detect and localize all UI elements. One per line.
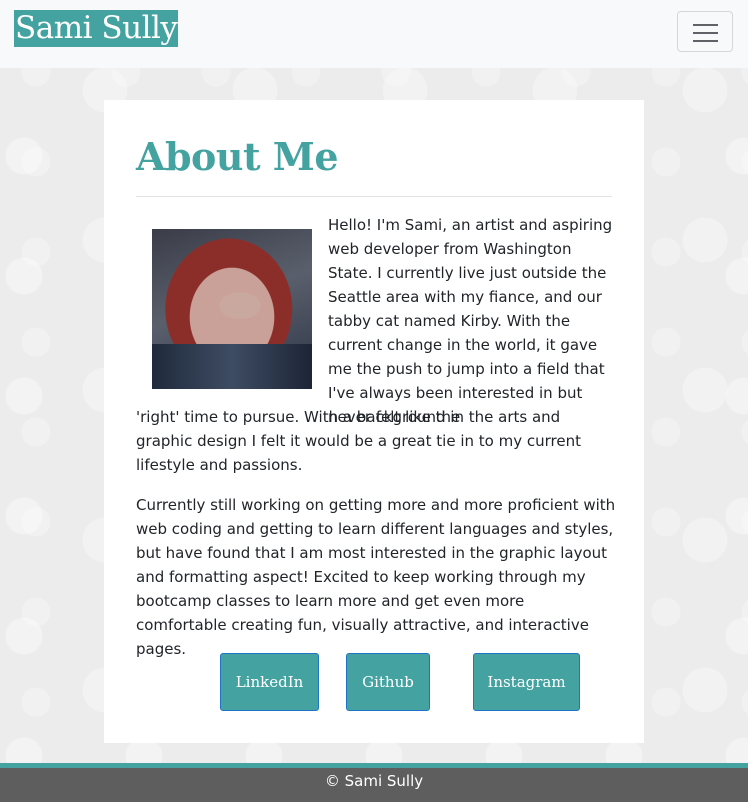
linkedin-button[interactable]: LinkedIn	[220, 653, 319, 711]
hamburger-menu-button[interactable]	[677, 11, 733, 52]
intro-paragraph: Hello! I'm Sami, an artist and aspiring …	[328, 216, 613, 426]
profile-photo	[152, 229, 312, 389]
navbar: Sami Sully	[0, 0, 748, 68]
brand-link[interactable]: Sami Sully	[14, 10, 179, 47]
intro-paragraph-continued: 'right' time to pursue. With a backgroun…	[136, 408, 581, 474]
about-card: About Me Hello! I'm Sami, an artist and …	[104, 100, 644, 743]
page-title: About Me	[136, 134, 339, 179]
instagram-button[interactable]: Instagram	[473, 653, 580, 711]
footer: © Sami Sully	[0, 768, 748, 802]
divider	[136, 196, 612, 197]
second-paragraph: Currently still working on getting more …	[136, 496, 616, 658]
footer-copyright: © Sami Sully	[324, 772, 424, 790]
github-button[interactable]: Github	[346, 653, 430, 711]
hamburger-menu-icon	[693, 24, 718, 26]
